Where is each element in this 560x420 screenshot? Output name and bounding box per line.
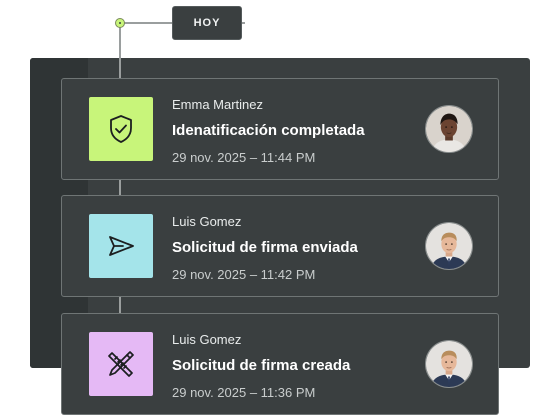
activity-card[interactable]: Luis Gomez Solicitud de firma enviada 29… xyxy=(61,195,499,297)
timeline-connector xyxy=(120,22,172,24)
activity-card[interactable]: Luis Gomez Solicitud de firma creada 29 … xyxy=(61,313,499,415)
card-user-name: Luis Gomez xyxy=(172,332,242,347)
activity-card[interactable]: Emma Martinez Idenatificación completada… xyxy=(61,78,499,180)
avatar xyxy=(425,105,473,153)
avatar xyxy=(425,340,473,388)
pencil-ruler-icon xyxy=(108,351,134,377)
card-title: Solicitud de firma creada xyxy=(172,357,351,374)
card-timestamp: 29 nov. 2025 – 11:36 PM xyxy=(172,385,316,400)
card-title: Idenatificación completada xyxy=(172,122,365,139)
card-user-name: Luis Gomez xyxy=(172,214,242,229)
card-icon-box xyxy=(89,214,153,278)
send-icon xyxy=(109,236,134,256)
woman-avatar-image xyxy=(426,106,472,152)
card-icon-box xyxy=(89,97,153,161)
card-title: Solicitud de firma enviada xyxy=(172,239,358,256)
man-avatar-image xyxy=(426,223,472,269)
man-avatar-image xyxy=(426,341,472,387)
card-icon-box xyxy=(89,332,153,396)
shield-check-icon xyxy=(110,115,132,143)
today-badge: HOY xyxy=(172,6,242,40)
card-timestamp: 29 nov. 2025 – 11:44 PM xyxy=(172,150,316,165)
card-user-name: Emma Martinez xyxy=(172,97,264,112)
timeline-dot xyxy=(115,18,125,28)
avatar xyxy=(425,222,473,270)
card-timestamp: 29 nov. 2025 – 11:42 PM xyxy=(172,267,316,282)
